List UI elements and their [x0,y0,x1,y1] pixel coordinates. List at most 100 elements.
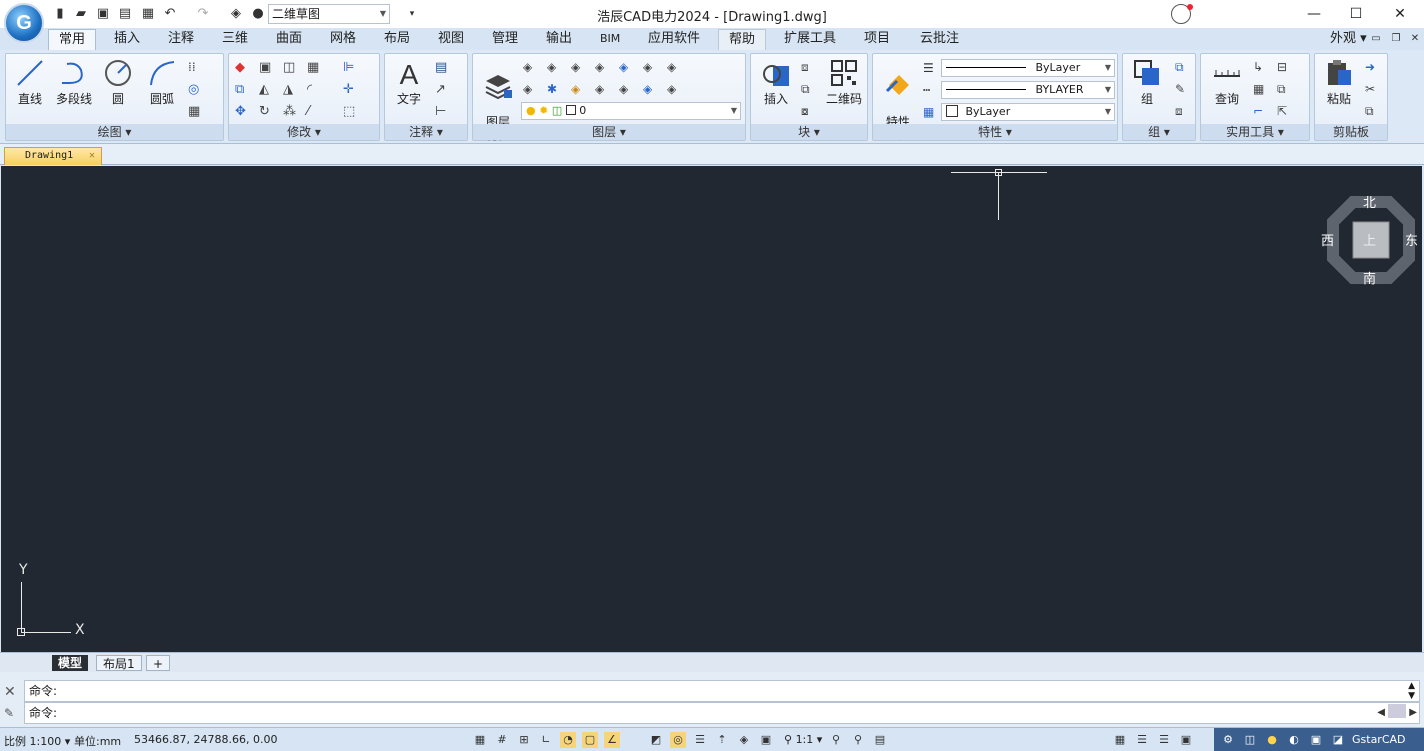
copy-to-clipboard-icon[interactable]: ⧉ [1365,104,1381,120]
document-tab-drawing1[interactable]: Drawing1 ✕ [4,147,102,165]
break-icon[interactable]: ⁄ [307,104,323,120]
tab-model[interactable]: 模型 [52,655,89,671]
maximize-button[interactable]: ☐ [1336,3,1376,25]
quick-select-icon[interactable]: ⧉ [1277,82,1293,98]
viewcube-south[interactable]: 南 [1363,268,1376,287]
insert-block-button[interactable]: 插入 [757,58,795,107]
tab-project[interactable]: 项目 [854,29,900,50]
command-input[interactable]: 命令: ◀ ▶ [24,702,1420,724]
bulb-icon[interactable]: ● [1264,732,1280,748]
viewcube-north[interactable]: 北 [1363,192,1376,211]
viewcube-east[interactable]: 东 [1405,230,1418,249]
copy-clip-icon[interactable]: ➜ [1365,60,1381,76]
leader-icon[interactable]: ↗ [435,82,451,98]
panel-annotate-title[interactable]: 注释 ▾ [385,124,467,140]
text-button[interactable]: A 文字 [389,58,429,107]
layer-state-icon[interactable]: ◈ [523,60,539,76]
join-icon[interactable]: ⬚ [343,104,359,120]
ellipse-icon[interactable]: ◎ [188,82,204,98]
block-editor-icon[interactable]: ⧈ [801,60,817,76]
arc-button[interactable]: 圆弧 [144,58,180,107]
rotate-icon[interactable]: ↻ [259,104,275,120]
ribbon-minimize-icon[interactable]: ▭ [1368,31,1384,47]
lineweight-display-icon[interactable]: ☰ [692,732,708,748]
layers-status-icon[interactable]: ◈ [736,732,752,748]
select-filter-icon[interactable]: ⇱ [1277,104,1293,120]
ortho-icon[interactable]: ∟ [538,732,554,748]
qrcode-button[interactable]: 二维码 [823,58,865,107]
panel-draw-title[interactable]: 绘图 ▾ [6,124,223,140]
table-icon[interactable]: ▤ [435,60,451,76]
layer-thaw-icon[interactable]: ◈ [619,82,635,98]
hardware-accel-icon[interactable]: ◐ [1286,732,1302,748]
fillet-icon[interactable]: ◜ [307,82,323,98]
viewcube[interactable]: 北 南 东 西 上 [1321,192,1419,288]
dimension-icon[interactable]: ⊢ [435,104,451,120]
trim-icon[interactable]: ⁂ [283,104,299,120]
panel-group-title[interactable]: 组 ▾ [1123,124,1195,140]
workspace-select[interactable]: 二维草图 ▼ [268,4,390,24]
layer-previous-icon[interactable]: ◈ [547,60,563,76]
align-icon[interactable]: ⊫ [343,60,359,76]
dynamic-ucs-icon[interactable]: ◩ [648,732,664,748]
layer-delete-icon[interactable]: ◈ [667,60,683,76]
layer-select[interactable]: ● ✹ ◫ 0 ▼ [521,102,741,120]
lock-icon[interactable]: ◫ [1242,732,1258,748]
calculator-icon[interactable]: ▦ [1253,82,1269,98]
linetype-select[interactable]: ByLayer ▼ [941,59,1115,77]
workspace-grid-icon[interactable]: ▤ [872,732,888,748]
model-space-icon[interactable]: ▣ [758,732,774,748]
cloud-icon[interactable]: ◪ [1330,732,1346,748]
mirror-icon[interactable]: ◮ [283,82,299,98]
circle-button[interactable]: 圆 [100,58,136,107]
print-icon[interactable]: ▦ [140,6,156,22]
tab-surface[interactable]: 曲面 [266,29,312,50]
stretch-icon[interactable]: ⧉ [235,82,251,98]
panel-utilities-title[interactable]: 实用工具 ▾ [1201,124,1309,140]
offset-icon[interactable]: ◫ [283,60,299,76]
group-button[interactable]: 组 [1127,58,1167,107]
copy-icon[interactable]: ▣ [259,60,275,76]
layer-lock-icon[interactable]: ◈ [571,82,587,98]
close-icon[interactable]: ✕ [4,684,16,700]
attribute-icon[interactable]: ⧇ [801,104,817,120]
explode-icon[interactable]: ✛ [343,82,359,98]
group-select-icon[interactable]: ⧈ [1175,104,1191,120]
scale-selector[interactable]: 比例 1:100 ▾ [4,733,70,749]
lineweight-select[interactable]: BYLAYER ▼ [941,81,1115,99]
ungroup-icon[interactable]: ⧉ [1175,60,1191,76]
tab-output[interactable]: 输出 [536,29,582,50]
close-icon[interactable]: ✕ [89,148,95,164]
tile-horizontal-icon[interactable]: ☰ [1134,732,1150,748]
redo-icon[interactable]: ↷ [195,6,211,22]
paste-button[interactable]: 粘贴 [1319,58,1359,107]
point-id-icon[interactable]: ⌐ [1253,104,1269,120]
selection-cycle-icon[interactable]: ⇡ [714,732,730,748]
tab-annotate[interactable]: 注释 [158,29,204,50]
units-label[interactable]: 单位:mm [74,733,121,749]
cut-icon[interactable]: ✂ [1365,82,1381,98]
save-as-icon[interactable]: ▤ [117,6,133,22]
ribbon-close-icon[interactable]: ✕ [1407,31,1423,47]
hatch-icon[interactable]: ▦ [188,104,204,120]
create-block-icon[interactable]: ⧉ [801,82,817,98]
tab-manage[interactable]: 管理 [482,29,528,50]
tab-help[interactable]: 帮助 [718,29,767,50]
polar-icon[interactable]: ◔ [560,732,576,748]
move-icon[interactable]: ✥ [235,104,251,120]
undo-icon[interactable]: ↶ [162,6,178,22]
gear-icon[interactable]: ⚙ [1220,732,1236,748]
panel-properties-title[interactable]: 特性 ▾ [873,124,1117,140]
layer-unisolate-icon[interactable]: ◈ [595,60,611,76]
save-icon[interactable]: ▣ [95,6,111,22]
ribbon-layout-icon[interactable]: ▣ [1178,732,1194,748]
group-edit-icon[interactable]: ✎ [1175,82,1191,98]
drawing-window-icon[interactable]: ▦ [1112,732,1128,748]
tab-layout[interactable]: 布局 [374,29,420,50]
dynamic-input-icon[interactable]: ◎ [670,732,686,748]
layer-freeze-icon[interactable]: ✱ [547,82,563,98]
layer-merge-icon[interactable]: ◈ [643,60,659,76]
layer-on-icon[interactable]: ◈ [595,82,611,98]
scroll-arrows-icon[interactable]: ▲ ▼ [1408,681,1415,701]
tab-apps[interactable]: 应用软件 [638,29,710,50]
